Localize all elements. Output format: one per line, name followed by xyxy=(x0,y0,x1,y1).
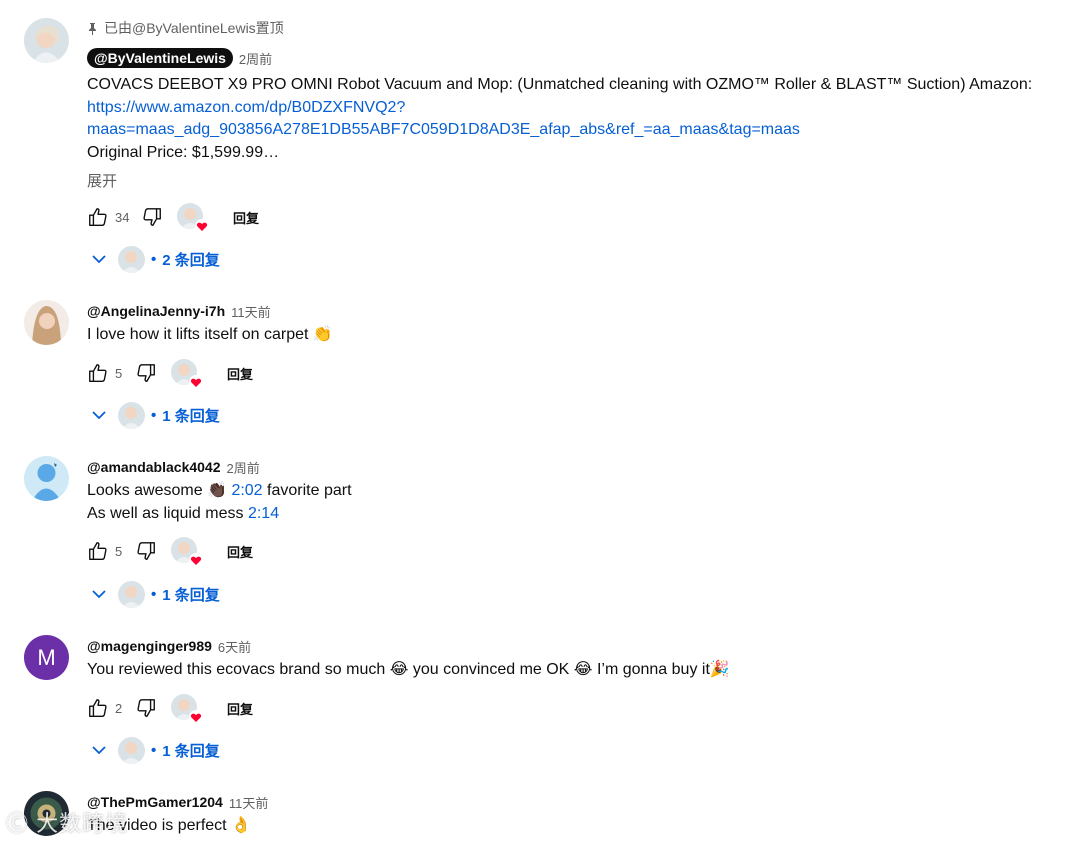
like-count: 34 xyxy=(115,209,130,225)
comment-actions: 5 回复 xyxy=(87,537,253,567)
comment-actions: 34 回复 xyxy=(87,203,259,233)
avatar[interactable] xyxy=(24,18,69,63)
creator-heart xyxy=(177,203,209,233)
comment-actions: 5 回复 xyxy=(87,359,253,389)
comment-header: @ThePmGamer1204 11天前 xyxy=(87,791,1050,813)
reply-button[interactable]: 回复 xyxy=(233,208,259,227)
thumbs-down-icon[interactable] xyxy=(141,206,163,228)
expand-button[interactable]: 展开 xyxy=(87,170,1050,191)
replies-count: 1 条回复 xyxy=(162,742,220,760)
heart-icon xyxy=(195,219,209,233)
creator-heart xyxy=(171,537,203,567)
thumbs-up-icon[interactable] xyxy=(87,362,109,384)
comment-time[interactable]: 11天前 xyxy=(231,302,271,321)
reply-button[interactable]: 回复 xyxy=(227,699,253,718)
comment-text: You reviewed this ecovacs brand so much … xyxy=(87,661,730,678)
watermark: Ⓒ⁠ 大数跨境 xyxy=(6,811,129,836)
thumbs-up-icon[interactable] xyxy=(87,206,109,228)
comment-header: @ByValentineLewis 2周前 xyxy=(87,47,1050,69)
comment-line: Original Price: $1,599.99… xyxy=(87,143,280,161)
avatar-letter: M xyxy=(37,644,56,670)
comment-body: @amandablack4042 2周前 Looks awesome 👏🏿 2:… xyxy=(87,456,1050,525)
separator-dot: • xyxy=(151,585,157,603)
pin-icon xyxy=(89,22,96,35)
comment-header: @AngelinaJenny-i7h 11天前 xyxy=(87,300,1050,322)
replies-count: 1 条回复 xyxy=(162,407,220,425)
replies-count: 1 条回复 xyxy=(162,586,220,604)
reply-button[interactable]: 回复 xyxy=(227,542,253,561)
creator-heart xyxy=(171,359,203,389)
comment-header: @amandablack4042 2周前 xyxy=(87,456,1050,478)
view-replies-button[interactable]: • 1 条回复 xyxy=(90,735,220,765)
heart-icon xyxy=(189,375,203,389)
comment-author[interactable]: @amandablack4042 xyxy=(87,459,221,475)
comment-time[interactable]: 2周前 xyxy=(227,458,260,477)
reply-avatar xyxy=(118,245,145,273)
comment-time[interactable]: 2周前 xyxy=(239,49,272,68)
comment-link-continued[interactable]: maas=maas_adg_903856A278E1DB55ABF7C059D1… xyxy=(87,121,800,138)
comment-body: @magenginger989 6天前 You reviewed this ec… xyxy=(87,635,1050,682)
heart-icon xyxy=(189,553,203,567)
comment-header: @magenginger989 6天前 xyxy=(87,635,1050,657)
creator-heart xyxy=(171,694,203,724)
chevron-down-icon xyxy=(92,411,106,420)
thumbs-down-icon[interactable] xyxy=(135,362,157,384)
pinned-label: 已由@ByValentineLewis置顶 xyxy=(87,18,284,38)
comment-time[interactable]: 11天前 xyxy=(229,793,269,812)
like-count: 2 xyxy=(115,700,123,716)
comment-actions: 2 回复 xyxy=(87,694,253,724)
comment-text: The video is perfect 👌 xyxy=(87,817,251,834)
reply-avatar xyxy=(118,736,145,764)
timestamp-link[interactable]: 2:14 xyxy=(248,505,279,522)
view-replies-button[interactable]: • 2 条回复 xyxy=(90,244,220,274)
comment-line: COVACS DEEBOT X9 PRO OMNI Robot Vacuum a… xyxy=(87,76,1033,93)
comment-author[interactable]: @ByValentineLewis xyxy=(87,48,233,68)
comment-time[interactable]: 6天前 xyxy=(218,637,251,656)
thumbs-up-icon[interactable] xyxy=(87,540,109,562)
avatar[interactable]: M xyxy=(24,635,69,680)
thumbs-down-icon[interactable] xyxy=(135,697,157,719)
pinned-text: 已由@ByValentineLewis置顶 xyxy=(104,20,284,36)
thumbs-down-icon[interactable] xyxy=(135,540,157,562)
comment-body: @ByValentineLewis 2周前 COVACS DEEBOT X9 P… xyxy=(87,47,1050,191)
view-replies-button[interactable]: • 1 条回复 xyxy=(90,579,220,609)
comment-link[interactable]: https://www.amazon.com/dp/B0DZXFNVQ2? xyxy=(87,99,405,116)
comment-text: Looks awesome 👏🏿 2:02 favorite part As w… xyxy=(87,480,1050,525)
separator-dot: • xyxy=(151,741,157,759)
replies-count: 2 条回复 xyxy=(162,251,220,269)
avatar[interactable] xyxy=(24,300,69,345)
separator-dot: • xyxy=(151,406,157,424)
comment-text-part: favorite part xyxy=(262,482,352,499)
comment-text: I love how it lifts itself on carpet 👏 xyxy=(87,326,333,343)
comment-author[interactable]: @magenginger989 xyxy=(87,638,212,654)
avatar[interactable] xyxy=(24,456,69,501)
comment-author[interactable]: @AngelinaJenny-i7h xyxy=(87,303,225,319)
timestamp-link[interactable]: 2:02 xyxy=(231,482,262,499)
chevron-down-icon xyxy=(92,590,106,599)
comment-text-part: Looks awesome 👏🏿 xyxy=(87,482,232,499)
comment-text-part: As well as liquid mess xyxy=(87,504,248,522)
view-replies-button[interactable]: • 1 条回复 xyxy=(90,400,220,430)
heart-icon xyxy=(189,710,203,724)
thumbs-up-icon[interactable] xyxy=(87,697,109,719)
like-count: 5 xyxy=(115,543,123,559)
chevron-down-icon xyxy=(92,255,106,264)
reply-avatar xyxy=(118,401,145,429)
chevron-down-icon xyxy=(92,746,106,755)
reply-avatar xyxy=(118,580,145,608)
reply-button[interactable]: 回复 xyxy=(227,364,253,383)
comment-text: COVACS DEEBOT X9 PRO OMNI Robot Vacuum a… xyxy=(87,74,1050,164)
like-count: 5 xyxy=(115,365,123,381)
separator-dot: • xyxy=(151,250,157,268)
comment-body: @ThePmGamer1204 11天前 The video is perfec… xyxy=(87,791,1050,838)
comment-body: @AngelinaJenny-i7h 11天前 I love how it li… xyxy=(87,300,1050,347)
